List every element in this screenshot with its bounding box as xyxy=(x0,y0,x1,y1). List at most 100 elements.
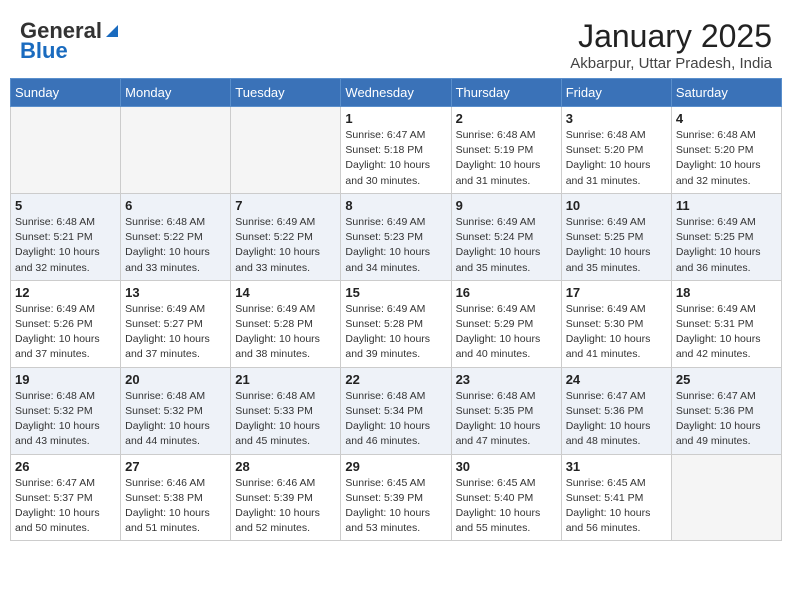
day-number: 20 xyxy=(125,372,226,387)
day-number: 11 xyxy=(676,198,777,213)
day-number: 28 xyxy=(235,459,336,474)
day-number: 1 xyxy=(345,111,446,126)
logo-blue: Blue xyxy=(20,38,68,64)
day-number: 9 xyxy=(456,198,557,213)
calendar-cell: 18 Sunrise: 6:49 AMSunset: 5:31 PMDayligh… xyxy=(671,280,781,367)
calendar-cell: 13Sunrise: 6:49 AMSunset: 5:27 PMDayligh… xyxy=(121,280,231,367)
calendar-cell: 25 Sunrise: 6:47 AMSunset: 5:36 PMDayligh… xyxy=(671,367,781,454)
calendar-cell: 14Sunrise: 6:49 AMSunset: 5:28 PMDayligh… xyxy=(231,280,341,367)
week-row-3: 12 Sunrise: 6:49 AMSunset: 5:26 PMDayligh… xyxy=(11,280,782,367)
day-number: 3 xyxy=(566,111,667,126)
day-info: Sunrise: 6:48 AMSunset: 5:35 PMDaylight:… xyxy=(456,389,557,450)
day-number: 18 xyxy=(676,285,777,300)
calendar-cell: 11 Sunrise: 6:49 AMSunset: 5:25 PMDayligh… xyxy=(671,193,781,280)
day-number: 21 xyxy=(235,372,336,387)
weekday-header-wednesday: Wednesday xyxy=(341,79,451,107)
week-row-4: 19 Sunrise: 6:48 AMSunset: 5:32 PMDayligh… xyxy=(11,367,782,454)
calendar-cell: 8 Sunrise: 6:49 AMSunset: 5:23 PMDaylight… xyxy=(341,193,451,280)
calendar-cell: 28Sunrise: 6:46 AMSunset: 5:39 PMDayligh… xyxy=(231,454,341,541)
calendar-cell: 7Sunrise: 6:49 AMSunset: 5:22 PMDaylight… xyxy=(231,193,341,280)
calendar-cell xyxy=(231,107,341,194)
day-number: 15 xyxy=(345,285,446,300)
day-info: Sunrise: 6:47 AMSunset: 5:36 PMDaylight:… xyxy=(676,389,777,450)
day-info: Sunrise: 6:45 AMSunset: 5:40 PMDaylight:… xyxy=(456,476,557,537)
day-number: 12 xyxy=(15,285,116,300)
day-info: Sunrise: 6:45 AMSunset: 5:41 PMDaylight:… xyxy=(566,476,667,537)
weekday-header-sunday: Sunday xyxy=(11,79,121,107)
day-info: Sunrise: 6:46 AMSunset: 5:38 PMDaylight:… xyxy=(125,476,226,537)
logo: General Blue xyxy=(20,18,120,64)
calendar-cell: 2 Sunrise: 6:48 AMSunset: 5:19 PMDaylight… xyxy=(451,107,561,194)
day-info: Sunrise: 6:45 AMSunset: 5:39 PMDaylight:… xyxy=(345,476,446,537)
calendar-cell: 6Sunrise: 6:48 AMSunset: 5:22 PMDaylight… xyxy=(121,193,231,280)
day-info: Sunrise: 6:49 AMSunset: 5:29 PMDaylight:… xyxy=(456,302,557,363)
calendar-cell: 19 Sunrise: 6:48 AMSunset: 5:32 PMDayligh… xyxy=(11,367,121,454)
day-number: 26 xyxy=(15,459,116,474)
day-number: 30 xyxy=(456,459,557,474)
calendar-cell: 4 Sunrise: 6:48 AMSunset: 5:20 PMDaylight… xyxy=(671,107,781,194)
day-info: Sunrise: 6:49 AMSunset: 5:28 PMDaylight:… xyxy=(345,302,446,363)
day-number: 17 xyxy=(566,285,667,300)
week-row-5: 26 Sunrise: 6:47 AMSunset: 5:37 PMDayligh… xyxy=(11,454,782,541)
calendar-cell: 30 Sunrise: 6:45 AMSunset: 5:40 PMDayligh… xyxy=(451,454,561,541)
weekday-header-friday: Friday xyxy=(561,79,671,107)
day-number: 25 xyxy=(676,372,777,387)
calendar-cell: 10Sunrise: 6:49 AMSunset: 5:25 PMDayligh… xyxy=(561,193,671,280)
day-info: Sunrise: 6:48 AMSunset: 5:32 PMDaylight:… xyxy=(15,389,116,450)
day-info: Sunrise: 6:48 AMSunset: 5:34 PMDaylight:… xyxy=(345,389,446,450)
day-info: Sunrise: 6:49 AMSunset: 5:26 PMDaylight:… xyxy=(15,302,116,363)
day-number: 22 xyxy=(345,372,446,387)
day-number: 8 xyxy=(345,198,446,213)
calendar-cell: 22 Sunrise: 6:48 AMSunset: 5:34 PMDayligh… xyxy=(341,367,451,454)
calendar-cell: 26 Sunrise: 6:47 AMSunset: 5:37 PMDayligh… xyxy=(11,454,121,541)
calendar-cell xyxy=(121,107,231,194)
day-info: Sunrise: 6:49 AMSunset: 5:30 PMDaylight:… xyxy=(566,302,667,363)
calendar-cell: 9 Sunrise: 6:49 AMSunset: 5:24 PMDaylight… xyxy=(451,193,561,280)
day-number: 10 xyxy=(566,198,667,213)
calendar-cell: 27 Sunrise: 6:46 AMSunset: 5:38 PMDayligh… xyxy=(121,454,231,541)
day-info: Sunrise: 6:49 AMSunset: 5:25 PMDaylight:… xyxy=(676,215,777,276)
day-number: 29 xyxy=(345,459,446,474)
day-info: Sunrise: 6:48 AMSunset: 5:32 PMDaylight:… xyxy=(125,389,226,450)
calendar-cell xyxy=(671,454,781,541)
day-number: 27 xyxy=(125,459,226,474)
day-info: Sunrise: 6:47 AMSunset: 5:18 PMDaylight:… xyxy=(345,128,446,189)
weekday-header-saturday: Saturday xyxy=(671,79,781,107)
day-number: 24 xyxy=(566,372,667,387)
day-number: 2 xyxy=(456,111,557,126)
day-number: 14 xyxy=(235,285,336,300)
day-info: Sunrise: 6:48 AMSunset: 5:20 PMDaylight:… xyxy=(676,128,777,189)
calendar-cell: 15 Sunrise: 6:49 AMSunset: 5:28 PMDayligh… xyxy=(341,280,451,367)
calendar-table: SundayMondayTuesdayWednesdayThursdayFrid… xyxy=(10,78,782,541)
day-number: 31 xyxy=(566,459,667,474)
calendar-cell: 20 Sunrise: 6:48 AMSunset: 5:32 PMDayligh… xyxy=(121,367,231,454)
calendar-cell: 21Sunrise: 6:48 AMSunset: 5:33 PMDayligh… xyxy=(231,367,341,454)
calendar-cell: 31 Sunrise: 6:45 AMSunset: 5:41 PMDayligh… xyxy=(561,454,671,541)
day-info: Sunrise: 6:48 AMSunset: 5:21 PMDaylight:… xyxy=(15,215,116,276)
week-row-1: 1 Sunrise: 6:47 AMSunset: 5:18 PMDaylight… xyxy=(11,107,782,194)
day-info: Sunrise: 6:49 AMSunset: 5:24 PMDaylight:… xyxy=(456,215,557,276)
calendar-cell: 24Sunrise: 6:47 AMSunset: 5:36 PMDayligh… xyxy=(561,367,671,454)
page-header: General Blue January 2025 Akbarpur, Utta… xyxy=(10,10,782,78)
day-info: Sunrise: 6:49 AMSunset: 5:31 PMDaylight:… xyxy=(676,302,777,363)
day-number: 13 xyxy=(125,285,226,300)
calendar-title: January 2025 xyxy=(570,18,772,55)
calendar-cell: 5Sunrise: 6:48 AMSunset: 5:21 PMDaylight… xyxy=(11,193,121,280)
day-number: 4 xyxy=(676,111,777,126)
calendar-subtitle: Akbarpur, Uttar Pradesh, India xyxy=(570,55,772,72)
calendar-cell: 3Sunrise: 6:48 AMSunset: 5:20 PMDaylight… xyxy=(561,107,671,194)
day-number: 23 xyxy=(456,372,557,387)
calendar-cell: 12 Sunrise: 6:49 AMSunset: 5:26 PMDayligh… xyxy=(11,280,121,367)
day-info: Sunrise: 6:49 AMSunset: 5:23 PMDaylight:… xyxy=(345,215,446,276)
day-info: Sunrise: 6:49 AMSunset: 5:22 PMDaylight:… xyxy=(235,215,336,276)
calendar-cell xyxy=(11,107,121,194)
weekday-header-monday: Monday xyxy=(121,79,231,107)
day-number: 19 xyxy=(15,372,116,387)
calendar-cell: 17 Sunrise: 6:49 AMSunset: 5:30 PMDayligh… xyxy=(561,280,671,367)
title-block: January 2025 Akbarpur, Uttar Pradesh, In… xyxy=(570,18,772,72)
day-info: Sunrise: 6:48 AMSunset: 5:19 PMDaylight:… xyxy=(456,128,557,189)
logo-icon xyxy=(104,23,120,39)
calendar-cell: 29 Sunrise: 6:45 AMSunset: 5:39 PMDayligh… xyxy=(341,454,451,541)
day-info: Sunrise: 6:47 AMSunset: 5:37 PMDaylight:… xyxy=(15,476,116,537)
weekday-header-thursday: Thursday xyxy=(451,79,561,107)
